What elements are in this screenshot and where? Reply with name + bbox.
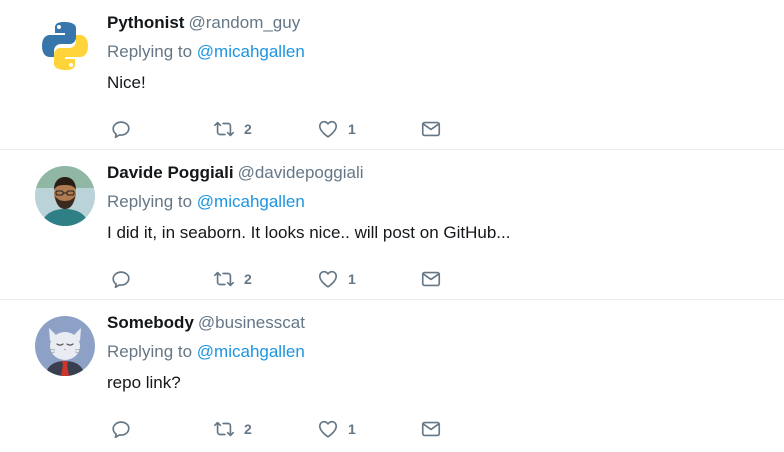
like-count: 1 <box>348 271 356 287</box>
python-logo-icon <box>35 16 95 76</box>
author-handle[interactable]: @businesscat <box>198 313 305 332</box>
tweet-header: Pythonist @random_guy <box>107 10 764 36</box>
retweet-count: 2 <box>244 421 252 437</box>
reply-button[interactable] <box>110 418 132 440</box>
envelope-icon <box>421 271 441 287</box>
retweet-icon <box>214 271 234 287</box>
mention-link[interactable]: @micahgallen <box>197 342 305 361</box>
author-name[interactable]: Somebody <box>107 313 194 332</box>
avatar[interactable] <box>35 316 95 376</box>
author-handle[interactable]: @random_guy <box>188 13 300 32</box>
tweet-text: repo link? <box>107 373 181 392</box>
tweet-content: Davide Poggiali @davidepoggiali Replying … <box>107 160 764 289</box>
retweet-icon <box>214 421 234 437</box>
retweet-button[interactable]: 2 <box>213 268 252 290</box>
like-button[interactable]: 1 <box>317 268 356 290</box>
author-name[interactable]: Davide Poggiali <box>107 163 234 182</box>
reply-context: Replying to @micahgallen <box>107 41 764 63</box>
tweet[interactable]: Pythonist @random_guy Replying to @micahg… <box>0 0 784 150</box>
tweet-actions: 2 1 <box>107 118 527 140</box>
replying-to-label: Replying to <box>107 192 193 211</box>
person-photo-icon <box>35 166 95 226</box>
like-count: 1 <box>348 121 356 137</box>
tweet-actions: 2 1 <box>107 418 527 440</box>
direct-message-button[interactable] <box>420 268 442 290</box>
tweet-text: I did it, in seaborn. It looks nice.. wi… <box>107 223 511 242</box>
avatar[interactable] <box>35 166 95 226</box>
reply-icon <box>112 271 130 289</box>
tweet-actions: 2 1 <box>107 268 527 290</box>
tweet[interactable]: Somebody @businesscat Replying to @micahg… <box>0 300 784 450</box>
heart-icon <box>318 120 338 138</box>
like-button[interactable]: 1 <box>317 118 356 140</box>
heart-icon <box>318 420 338 438</box>
mention-link[interactable]: @micahgallen <box>197 192 305 211</box>
reply-context: Replying to @micahgallen <box>107 341 764 363</box>
retweet-button[interactable]: 2 <box>213 118 252 140</box>
reply-icon <box>112 121 130 139</box>
avatar[interactable] <box>35 16 95 76</box>
reply-icon <box>112 421 130 439</box>
replying-to-label: Replying to <box>107 342 193 361</box>
reply-button[interactable] <box>110 118 132 140</box>
tweet[interactable]: Davide Poggiali @davidepoggiali Replying … <box>0 150 784 300</box>
retweet-count: 2 <box>244 271 252 287</box>
mention-link[interactable]: @micahgallen <box>197 42 305 61</box>
author-name[interactable]: Pythonist <box>107 13 184 32</box>
business-cat-icon <box>35 316 95 376</box>
replying-to-label: Replying to <box>107 42 193 61</box>
author-handle[interactable]: @davidepoggiali <box>238 163 364 182</box>
envelope-icon <box>421 421 441 437</box>
tweet-content: Somebody @businesscat Replying to @micahg… <box>107 310 764 439</box>
tweet-text: Nice! <box>107 73 146 92</box>
heart-icon <box>318 270 338 288</box>
like-count: 1 <box>348 421 356 437</box>
direct-message-button[interactable] <box>420 418 442 440</box>
reply-feed: Pythonist @random_guy Replying to @micahg… <box>0 0 784 450</box>
retweet-button[interactable]: 2 <box>213 418 252 440</box>
tweet-content: Pythonist @random_guy Replying to @micahg… <box>107 10 764 139</box>
envelope-icon <box>421 121 441 137</box>
retweet-icon <box>214 121 234 137</box>
reply-context: Replying to @micahgallen <box>107 191 764 213</box>
retweet-count: 2 <box>244 121 252 137</box>
reply-button[interactable] <box>110 268 132 290</box>
tweet-header: Somebody @businesscat <box>107 310 764 336</box>
direct-message-button[interactable] <box>420 118 442 140</box>
like-button[interactable]: 1 <box>317 418 356 440</box>
tweet-header: Davide Poggiali @davidepoggiali <box>107 160 764 186</box>
